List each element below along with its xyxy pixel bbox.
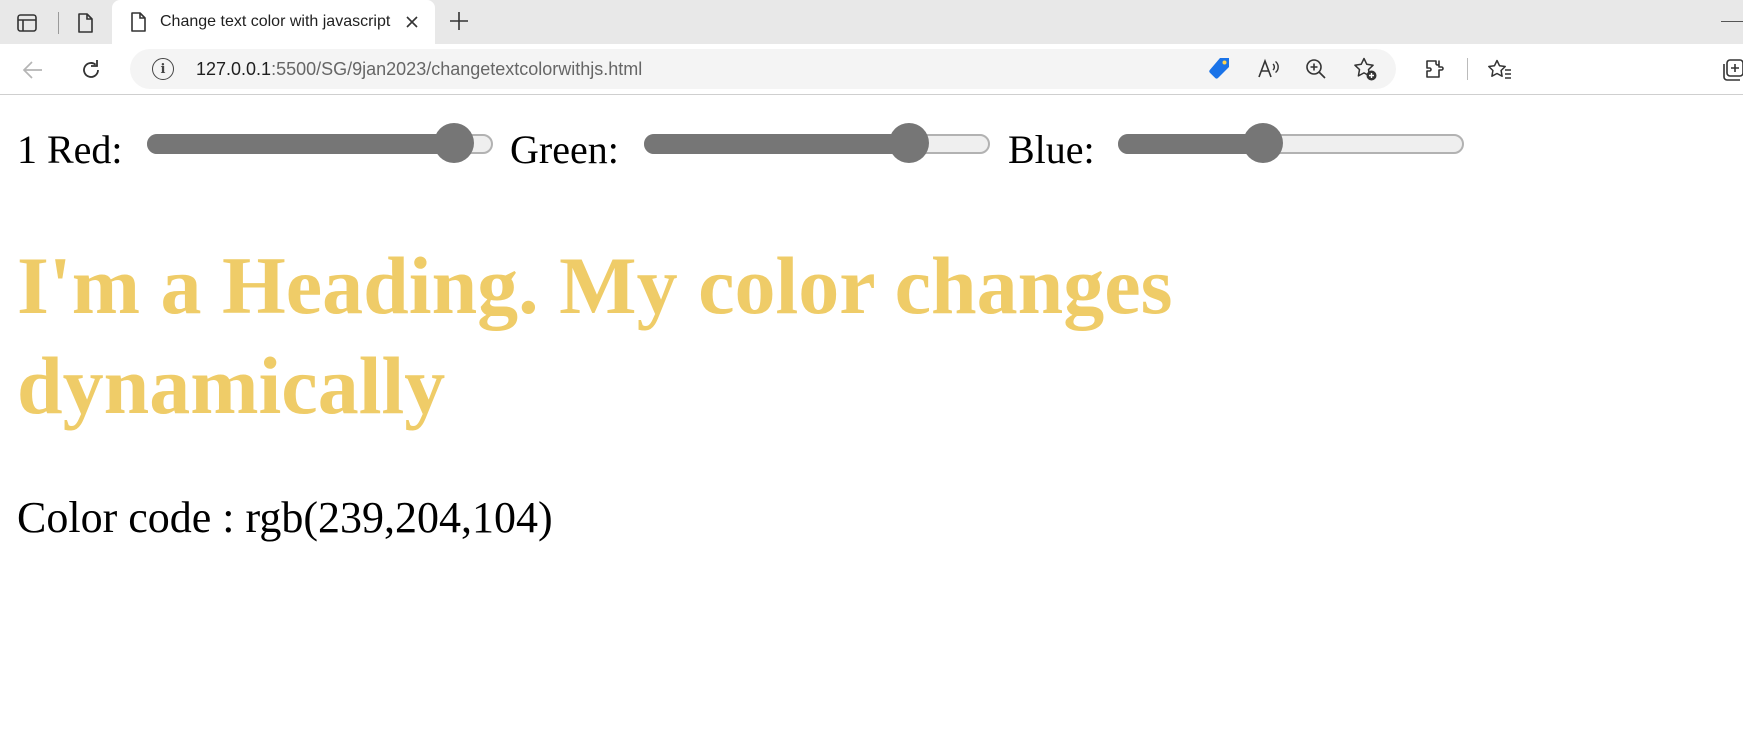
add-favorite-icon[interactable]: [1351, 55, 1379, 83]
back-arrow-icon[interactable]: [16, 53, 50, 87]
tab-strip-divider: [58, 12, 59, 34]
slider-thumb[interactable]: [888, 123, 929, 163]
tab-active[interactable]: Change text color with javascript: [112, 0, 435, 44]
refresh-icon[interactable]: [74, 53, 108, 87]
tab-strip: Change text color with javascript: [0, 0, 1743, 44]
green-slider[interactable]: [644, 123, 990, 163]
close-icon[interactable]: [401, 11, 423, 33]
collections-icon[interactable]: [1717, 53, 1743, 87]
page-heading: I'm a Heading. My color changes dynamica…: [17, 240, 1173, 431]
address-bar[interactable]: i 127.0.0.1:5500/SG/9jan2023/changetextc…: [130, 49, 1396, 89]
slider-thumb[interactable]: [433, 123, 474, 163]
slider-fill: [147, 134, 456, 154]
favorites-icon[interactable]: [1483, 53, 1517, 87]
url-host: 127.0.0.1: [196, 59, 272, 79]
info-icon[interactable]: i: [152, 58, 174, 80]
page-content: 1 Red: Green: Blue: I'm a Heading. My co…: [0, 96, 1743, 736]
toolbar-divider: [1467, 58, 1468, 80]
page-icon[interactable]: [68, 6, 102, 40]
page-icon: [128, 11, 148, 38]
blue-label: Blue:: [1008, 127, 1095, 172]
tab-actions-icon[interactable]: [10, 6, 44, 40]
tag-icon[interactable]: [1205, 55, 1233, 83]
slider-fill: [644, 134, 911, 154]
red-label: 1 Red:: [17, 127, 123, 172]
toolbar: i 127.0.0.1:5500/SG/9jan2023/changetextc…: [0, 44, 1743, 95]
url-path: :5500/SG/9jan2023/changetextcolorwithjs.…: [271, 59, 643, 79]
url-text[interactable]: 127.0.0.1:5500/SG/9jan2023/changetextcol…: [196, 59, 642, 80]
color-code-text: Color code : rgb(239,204,104): [17, 493, 553, 542]
red-slider[interactable]: [147, 123, 493, 163]
minimize-button[interactable]: [1721, 21, 1743, 22]
green-label: Green:: [510, 127, 619, 172]
blue-slider[interactable]: [1118, 123, 1464, 163]
zoom-icon[interactable]: [1302, 55, 1330, 83]
plus-icon[interactable]: [444, 6, 474, 36]
extensions-icon[interactable]: [1418, 53, 1452, 87]
read-aloud-icon[interactable]: [1254, 55, 1282, 83]
tab-title: Change text color with javascript: [160, 13, 391, 30]
slider-thumb[interactable]: [1242, 123, 1283, 163]
